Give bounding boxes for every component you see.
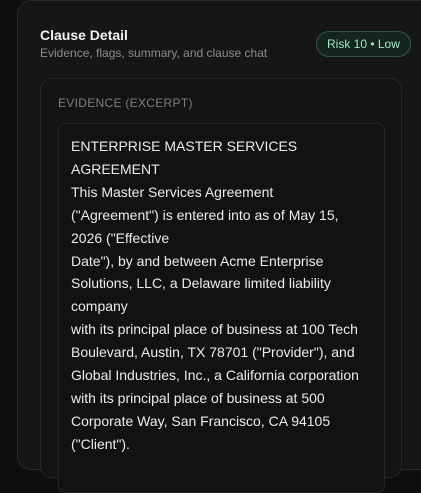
excerpt-line: ENTERPRISE MASTER SERVICES (71, 138, 298, 154)
excerpt-line: Date"), by and between Acme Enterprise (71, 252, 324, 269)
evidence-header: EVIDENCE (EXCERPT) (58, 96, 193, 110)
risk-badge: Risk 10 • Low (316, 31, 411, 57)
excerpt-line: Solutions, LLC, a Delaware limited liabi… (71, 275, 331, 292)
excerpt-line: company (71, 298, 128, 315)
excerpt-line: 2026 ("Effective (71, 229, 170, 246)
excerpt-line: with its principal place of business at … (71, 389, 325, 406)
excerpt-line: AGREEMENT (71, 160, 160, 177)
excerpt-line: Global Industries, Inc., a California co… (71, 367, 359, 384)
excerpt-line: with its principal place of business at … (71, 321, 358, 338)
panel-subtitle: Evidence, flags, summary, and clause cha… (40, 46, 268, 60)
excerpt-line: ("Agreement") is entered into as of May … (71, 206, 339, 223)
excerpt-line: This Master Services Agreement (71, 183, 274, 200)
clause-detail-panel: Clause Detail Evidence, flags, summary, … (17, 0, 421, 493)
evidence-section: EVIDENCE (EXCERPT) ENTERPRISE MASTER SER… (40, 78, 402, 493)
excerpt-line: ("Client"). (71, 435, 130, 452)
evidence-excerpt[interactable]: ENTERPRISE MASTER SERVICES AGREEMENT Thi… (58, 123, 385, 493)
panel-title: Clause Detail (40, 27, 128, 43)
excerpt-line: Boulevard, Austin, TX 78701 ("Provider")… (71, 344, 355, 361)
excerpt-line: Corporate Way, San Francisco, CA 94105 (71, 412, 331, 429)
